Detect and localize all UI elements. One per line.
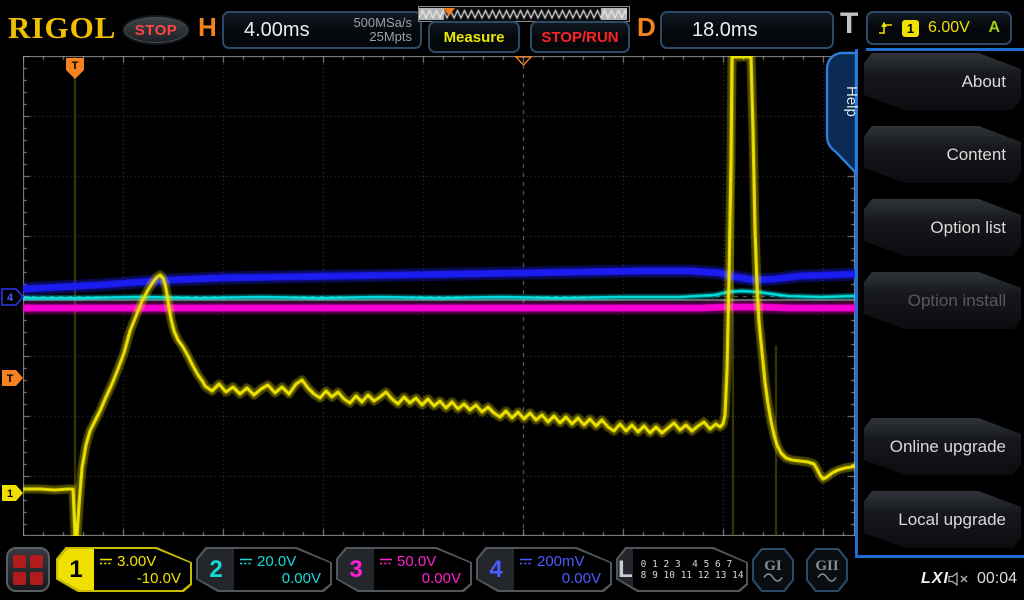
menu-button-option-list[interactable]: Option list — [864, 199, 1021, 256]
menu-button-about[interactable]: About — [864, 53, 1021, 110]
acquisition-status-badge: STOP — [122, 15, 190, 45]
channel-4-badge[interactable]: 4 200mV 0.00V — [476, 547, 612, 592]
main-menu-button[interactable] — [6, 547, 50, 592]
help-tab-label: Help — [843, 86, 858, 117]
oscilloscope-screen: RIGOL STOP H 4.00ms 500MSa/s 25Mpts Meas… — [0, 0, 1024, 600]
menu-button-content[interactable]: Content — [864, 126, 1021, 183]
channel-1-offset: -10.0V — [99, 570, 181, 587]
trigger-sweep-mode: A — [988, 19, 1000, 37]
channel-1-scale: 3.00V — [117, 553, 156, 570]
menu-button-option-install: Option install — [864, 272, 1021, 329]
channel-3-offset: 0.00V — [379, 570, 461, 587]
delay-label: D — [637, 12, 656, 43]
memory-depth: 25Mpts — [369, 29, 412, 44]
help-menu-tab[interactable]: Help — [823, 50, 858, 180]
edge-rising-trigger-icon — [878, 21, 893, 35]
clock: 00:04 — [977, 570, 1017, 588]
stop-run-button[interactable]: STOP/RUN — [530, 21, 630, 53]
channel-4-scale: 200mV — [537, 553, 585, 570]
trigger-source-badge: 1 — [902, 20, 919, 37]
logic-analyzer-label: L — [618, 549, 633, 590]
trigger-label: T — [840, 7, 858, 41]
channel-4-ground-marker[interactable]: 4 — [1, 288, 24, 306]
horizontal-settings-box[interactable]: 4.00ms 500MSa/s 25Mpts — [222, 11, 422, 49]
trigger-settings-box[interactable]: 1 6.00V A — [866, 11, 1012, 45]
menu-frame-bottom — [855, 555, 1024, 558]
trigger-position-marker[interactable]: T — [65, 57, 85, 80]
channel-3-number: 3 — [338, 549, 374, 590]
trigger-level-value: 6.00V — [928, 19, 970, 37]
delay-value: 18.0ms — [692, 19, 758, 42]
dc-coupling-icon — [379, 557, 393, 566]
channel-1-number: 1 — [58, 549, 94, 590]
dc-coupling-icon — [519, 557, 533, 566]
digital-channels-row2: 8 9 10 11 12 13 14 15 — [641, 570, 761, 581]
channel-2-badge[interactable]: 2 20.0V 0.00V — [196, 547, 332, 592]
dc-coupling-icon — [239, 557, 253, 566]
measure-button[interactable]: Measure — [428, 21, 520, 53]
sine-wave-icon — [763, 573, 783, 582]
menu-button-local-upgrade[interactable]: Local upgrade — [864, 491, 1021, 548]
channel-2-offset: 0.00V — [239, 570, 321, 587]
channel-2-number: 2 — [198, 549, 234, 590]
svg-text:T: T — [72, 60, 79, 72]
digital-channels-row1: 0 1 2 3 4 5 6 7 — [641, 559, 761, 570]
channel-3-badge[interactable]: 3 50.0V 0.00V — [336, 547, 472, 592]
logic-analyzer-badge[interactable]: L 0 1 2 3 4 5 6 7 8 9 10 11 12 13 14 15 — [616, 547, 748, 592]
lxi-logo: LXI — [921, 570, 949, 588]
generator-1-label: GI — [764, 559, 782, 573]
rigol-logo: RIGOL — [8, 10, 116, 46]
generator-2-label: GII — [815, 559, 838, 573]
svg-text:4: 4 — [7, 292, 14, 304]
channel-4-number: 4 — [478, 549, 514, 590]
sound-muted-icon[interactable] — [948, 572, 972, 586]
memory-overview-waveform — [419, 8, 627, 20]
timebase-value: 4.00ms — [244, 19, 310, 42]
dc-coupling-icon — [99, 557, 113, 566]
generator-1-badge[interactable]: GI — [752, 548, 794, 592]
channel-1-ground-marker[interactable]: 1 — [1, 484, 24, 502]
svg-text:T: T — [7, 373, 14, 385]
memory-overview-bar[interactable] — [418, 6, 630, 22]
channel-2-scale: 20.0V — [257, 553, 296, 570]
delay-box[interactable]: 18.0ms — [660, 11, 834, 49]
sine-wave-icon — [817, 573, 837, 582]
horizontal-reference-marker — [515, 56, 532, 66]
generator-2-badge[interactable]: GII — [806, 548, 848, 592]
channel-1-badge[interactable]: 1 3.00V -10.0V — [56, 547, 192, 592]
menu-frame-top — [866, 48, 1024, 51]
sample-rate: 500MSa/s — [353, 15, 412, 30]
trigger-level-marker[interactable]: T — [1, 369, 24, 387]
channel-4-offset: 0.00V — [519, 570, 601, 587]
svg-text:1: 1 — [7, 488, 13, 500]
channel-3-scale: 50.0V — [397, 553, 436, 570]
waveform-display — [23, 56, 855, 536]
menu-button-online-upgrade[interactable]: Online upgrade — [864, 418, 1021, 475]
horizontal-label: H — [198, 12, 217, 43]
